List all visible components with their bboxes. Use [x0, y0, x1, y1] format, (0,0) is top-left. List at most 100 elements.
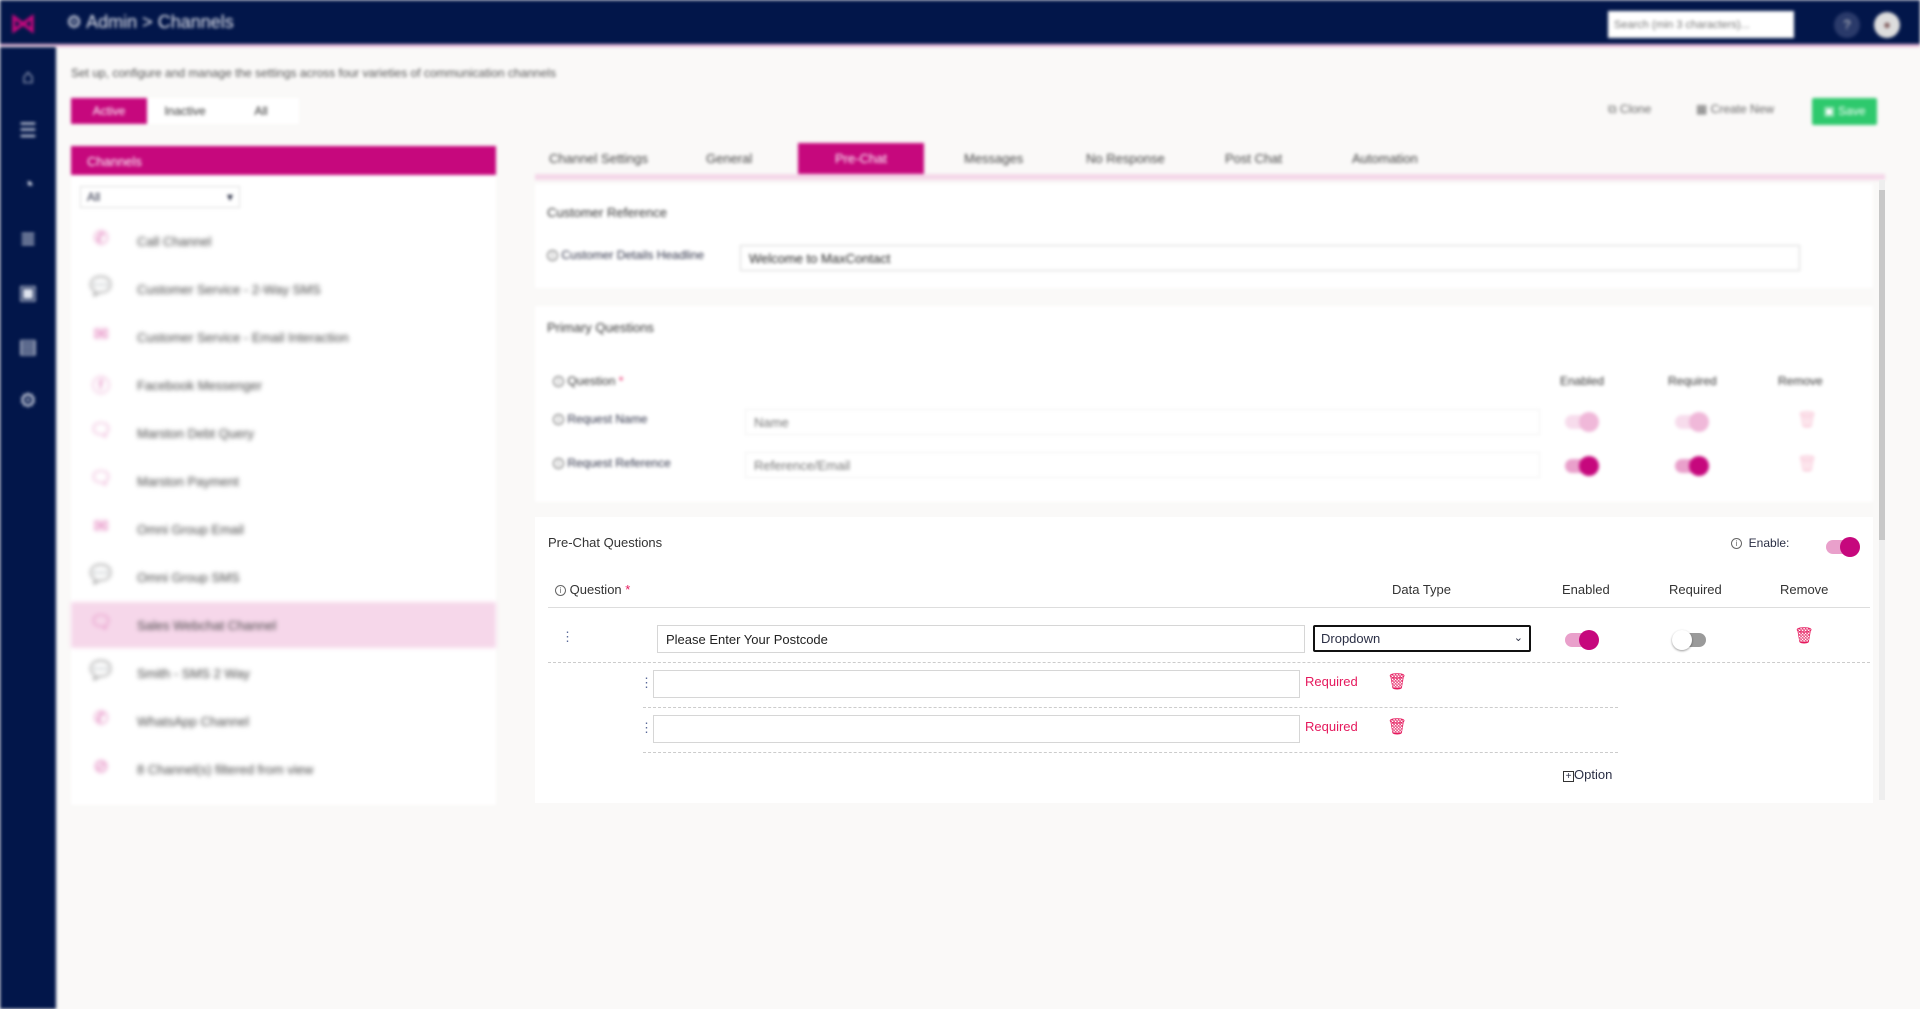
- data-type-select[interactable]: Dropdown ⌄: [1313, 625, 1531, 652]
- sms-icon: 💬: [89, 660, 113, 680]
- tab-underline: [535, 174, 1885, 180]
- request-reference-label: i Request Reference: [553, 456, 671, 470]
- request-reference-input[interactable]: [745, 452, 1540, 478]
- info-icon: i: [547, 250, 558, 262]
- user-avatar[interactable]: ●: [1874, 12, 1900, 38]
- app-logo[interactable]: ⋈: [10, 8, 36, 39]
- request-reference-required-toggle[interactable]: [1675, 456, 1709, 476]
- document-icon[interactable]: ▤: [14, 333, 42, 361]
- drag-handle-icon[interactable]: ⋮: [561, 629, 574, 645]
- remove-option-button[interactable]: 🗑: [1387, 672, 1407, 692]
- channel-list-item[interactable]: 💬 Omni Group SMS: [71, 554, 496, 600]
- divider: [643, 752, 1618, 753]
- add-option-button[interactable]: + Option: [1563, 767, 1612, 782]
- webchat-icon: 🗨: [89, 612, 113, 632]
- channel-list-item[interactable]: ⓕ Facebook Messenger: [71, 362, 496, 408]
- channel-list-item[interactable]: ⊘ 8 Channel(s) filtered from view: [71, 746, 496, 792]
- tab-no-response[interactable]: No Response: [1072, 143, 1179, 174]
- add-option-label: Option: [1574, 767, 1613, 782]
- help-icon[interactable]: ?: [1834, 12, 1860, 38]
- grid-icon: ▦: [1696, 102, 1711, 116]
- request-name-label: i Request Name: [553, 412, 647, 426]
- question-required-toggle[interactable]: [1672, 630, 1706, 650]
- settings-icon[interactable]: ⚙: [14, 387, 42, 415]
- divider: [643, 707, 1618, 708]
- primary-questions-card: Primary Questions i Question * Enabled R…: [535, 306, 1873, 502]
- channel-list-item[interactable]: ✉ Omni Group Email: [71, 506, 496, 552]
- sms-icon: 💬: [89, 564, 113, 584]
- headline-input[interactable]: [740, 245, 1800, 271]
- channel-label: Customer Service - Email Interaction: [137, 329, 349, 345]
- prechat-enable-toggle[interactable]: [1826, 537, 1860, 557]
- info-icon: i: [1731, 538, 1742, 550]
- channel-list-item[interactable]: 🗨 Sales Webchat Channel: [71, 602, 496, 648]
- dashboard-icon[interactable]: ◔: [14, 171, 42, 199]
- filter-active[interactable]: Active: [71, 98, 147, 124]
- channel-list-item[interactable]: 🗨 Marston Debt Query: [71, 410, 496, 456]
- global-search-input[interactable]: [1608, 11, 1794, 38]
- email-icon: ✉: [93, 324, 109, 344]
- clone-button[interactable]: ⧉ Clone: [1608, 102, 1651, 117]
- question-header-text: Question: [567, 374, 616, 388]
- channel-label: Marston Debt Query: [137, 425, 255, 441]
- create-new-button[interactable]: ▦ Create New: [1696, 102, 1774, 116]
- channel-label: Smith - SMS 2 Way: [137, 665, 250, 681]
- request-name-input[interactable]: [745, 409, 1540, 435]
- tab-post-chat[interactable]: Post Chat: [1211, 143, 1296, 174]
- webchat-icon: 🗨: [89, 420, 113, 440]
- info-icon: i: [553, 376, 564, 388]
- admin-icon: ⚙: [66, 12, 87, 32]
- plus-square-icon: +: [1563, 771, 1574, 782]
- tab-general[interactable]: General: [692, 143, 766, 174]
- phone-icon: ✆: [93, 228, 109, 248]
- drag-handle-icon[interactable]: ⋮: [640, 720, 653, 736]
- data-type-value: Dropdown: [1321, 631, 1381, 646]
- filter-all[interactable]: All: [223, 98, 299, 124]
- enable-label: i Enable:: [1731, 536, 1789, 550]
- save-button[interactable]: ▣ Save: [1812, 98, 1877, 125]
- option-input-1[interactable]: [653, 670, 1300, 698]
- filter-icon: ⊘: [93, 756, 109, 776]
- enabled-header: Enabled: [1560, 374, 1605, 388]
- request-name-enabled-toggle[interactable]: [1565, 412, 1599, 432]
- channel-label: Customer Service - 2-Way SMS: [137, 281, 321, 297]
- request-reference-enabled-toggle[interactable]: [1565, 456, 1599, 476]
- remove-option-button[interactable]: 🗑: [1387, 717, 1407, 737]
- tab-channel-settings[interactable]: Channel Settings: [535, 143, 662, 174]
- list-icon[interactable]: ☰: [14, 117, 42, 145]
- trash-icon: 🗑: [1797, 456, 1818, 473]
- customer-reference-card: Customer Reference i Customer Details He…: [535, 184, 1873, 288]
- request-name-required-toggle[interactable]: [1675, 412, 1709, 432]
- question-enabled-toggle[interactable]: [1565, 630, 1599, 650]
- drag-handle-icon[interactable]: ⋮: [640, 675, 653, 691]
- scrollbar[interactable]: [1879, 180, 1885, 800]
- channel-list-item[interactable]: ✆ Call Channel: [71, 218, 496, 264]
- channel-list-item[interactable]: ✆ WhatsApp Channel: [71, 698, 496, 744]
- tab-pre-chat[interactable]: Pre-Chat: [798, 143, 924, 174]
- tab-automation[interactable]: Automation: [1338, 143, 1432, 174]
- tab-messages[interactable]: Messages: [950, 143, 1037, 174]
- channel-list-item[interactable]: ✉ Customer Service - Email Interaction: [71, 314, 496, 360]
- prechat-questions-card: Pre-Chat Questions i Enable: i Question …: [535, 517, 1873, 803]
- channel-list-item[interactable]: 🗨 Marston Payment: [71, 458, 496, 504]
- whatsapp-icon: ✆: [93, 708, 109, 728]
- create-new-label: Create New: [1710, 102, 1775, 116]
- option-input-2[interactable]: [653, 715, 1300, 743]
- breadcrumb-text: Admin > Channels: [86, 12, 234, 32]
- filter-inactive[interactable]: Inactive: [147, 98, 223, 124]
- question-header: i Question *: [555, 582, 630, 597]
- database-icon[interactable]: ≣: [14, 225, 42, 253]
- breadcrumb: ⚙ Admin > Channels: [66, 12, 234, 33]
- trash-icon: 🗑: [1797, 412, 1818, 429]
- question-header-text: Question: [569, 582, 622, 597]
- enabled-header: Enabled: [1562, 582, 1610, 597]
- channel-list-item[interactable]: 💬 Smith - SMS 2 Way: [71, 650, 496, 696]
- home-icon[interactable]: ⌂: [14, 63, 42, 91]
- channel-type-select[interactable]: All ▾: [80, 186, 240, 208]
- remove-question-button[interactable]: 🗑: [1794, 626, 1814, 646]
- info-icon: i: [553, 414, 564, 426]
- question-input[interactable]: [657, 625, 1305, 653]
- channel-type-value: All: [87, 190, 101, 204]
- contacts-icon[interactable]: ▣: [14, 279, 42, 307]
- channel-list-item[interactable]: 💬 Customer Service - 2-Way SMS: [71, 266, 496, 312]
